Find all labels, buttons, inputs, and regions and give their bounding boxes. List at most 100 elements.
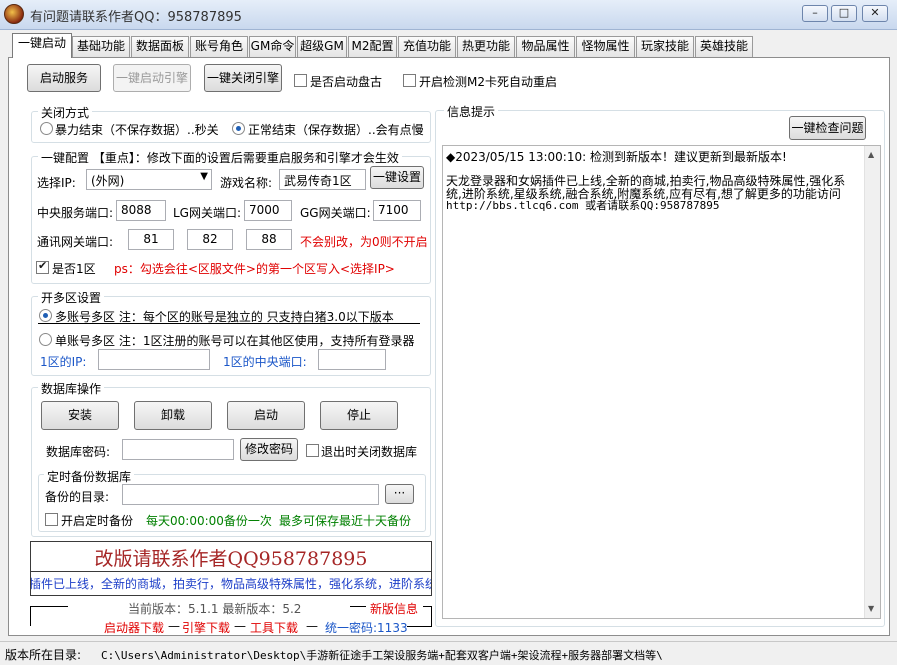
multi-account-radio[interactable] bbox=[39, 309, 52, 322]
maximize-button[interactable]: □ bbox=[831, 5, 857, 22]
sep-1: — bbox=[168, 619, 180, 633]
close-db-on-exit-checkbox[interactable] bbox=[306, 444, 319, 457]
tab-hot-update[interactable]: 热更功能 bbox=[457, 36, 515, 57]
db-password-input[interactable] bbox=[122, 439, 234, 460]
tab-m2-config[interactable]: M2配置 bbox=[348, 36, 397, 57]
auto-disk-checkbox[interactable] bbox=[294, 74, 307, 87]
banner-title: 改版请联系作者QQ958787895 bbox=[94, 548, 368, 570]
sep-2: — bbox=[234, 619, 246, 633]
tab-data-panel[interactable]: 数据面板 bbox=[131, 36, 189, 57]
game-name-label: 游戏名称: bbox=[220, 176, 273, 190]
ip-select-value: (外网) bbox=[91, 174, 125, 188]
force-close-radio[interactable] bbox=[40, 122, 53, 135]
scroll-down-icon[interactable]: ▼ bbox=[868, 604, 874, 613]
status-dir-path: C:\Users\Administrator\Desktop\手游新征途手工架设… bbox=[101, 649, 663, 662]
status-bar: 版本所在目录: C:\Users\Administrator\Desktop\手… bbox=[0, 641, 897, 665]
title-bar[interactable]: 有问题请联系作者QQ：958787895 – □ ✕ bbox=[0, 0, 897, 30]
start-engine-button[interactable]: 一键启动引擎 bbox=[113, 64, 191, 92]
db-install-button[interactable]: 安装 bbox=[41, 401, 119, 430]
db-stop-button[interactable]: 停止 bbox=[320, 401, 398, 430]
tab-monster-attr[interactable]: 怪物属性 bbox=[576, 36, 635, 57]
browse-button[interactable]: ··· bbox=[385, 484, 414, 504]
change-password-button[interactable]: 修改密码 bbox=[240, 438, 298, 461]
info-log[interactable]: ◆2023/05/15 13:00:10: 检测到新版本！建议更新到最新版本! … bbox=[442, 145, 881, 619]
enable-backup-checkbox[interactable] bbox=[45, 513, 58, 526]
engine-download-link[interactable]: 引擎下载 bbox=[182, 619, 230, 636]
db-start-button[interactable]: 启动 bbox=[227, 401, 305, 430]
tab-basic[interactable]: 基础功能 bbox=[72, 36, 130, 57]
single-account-label: 单账号多区 注：1区注册的账号可以在其他区使用，支持所有登录器 bbox=[55, 334, 415, 348]
version-line-left bbox=[30, 606, 68, 607]
auto-disk-label: 是否启动盘古 bbox=[310, 75, 383, 89]
close-button[interactable]: ✕ bbox=[862, 5, 888, 22]
unified-password-text: 统一密码:1133 bbox=[325, 621, 408, 635]
start-service-button[interactable]: 启动服务 bbox=[27, 64, 101, 92]
new-version-info-link[interactable]: 新版信息 bbox=[370, 600, 418, 617]
banner-box: 改版请联系作者QQ958787895 插件已上线，全新的商城，拍卖行，物品高级特… bbox=[30, 541, 432, 596]
tab-player-skill[interactable]: 玩家技能 bbox=[636, 36, 694, 57]
banner-divider bbox=[31, 571, 431, 572]
gg-port-input[interactable]: 7100 bbox=[373, 200, 421, 221]
comm-port-1-input[interactable]: 81 bbox=[128, 229, 174, 250]
database-title: 数据库操作 bbox=[38, 380, 105, 397]
comm-port-3-input[interactable]: 88 bbox=[246, 229, 292, 250]
one-key-set-button[interactable]: 一键设置 bbox=[370, 166, 424, 189]
is-zone1-label: 是否1区 bbox=[52, 262, 96, 276]
tab-one-key-start[interactable]: 一键启动 bbox=[12, 33, 72, 58]
version-line-left-v bbox=[30, 606, 31, 626]
central-port-input[interactable]: 8088 bbox=[116, 200, 166, 221]
zone1-port-input[interactable] bbox=[318, 349, 386, 370]
ip-select[interactable]: (外网) ▼ bbox=[86, 169, 212, 190]
tab-recharge[interactable]: 充值功能 bbox=[398, 36, 456, 57]
info-scrollbar[interactable]: ▲ ▼ bbox=[864, 146, 880, 618]
tab-item-attr[interactable]: 物品属性 bbox=[516, 36, 575, 57]
version-line-bottom bbox=[407, 626, 432, 627]
minimize-button[interactable]: – bbox=[802, 5, 828, 22]
tool-download-link[interactable]: 工具下载 bbox=[250, 619, 298, 636]
sep-3: — bbox=[306, 619, 318, 633]
lg-port-label: LG网关端口: bbox=[173, 206, 242, 220]
enable-backup-label: 开启定时备份 bbox=[61, 514, 134, 528]
single-account-radio[interactable] bbox=[39, 333, 52, 346]
game-name-input[interactable]: 武易传奇1区 bbox=[279, 169, 366, 190]
app-icon bbox=[4, 4, 24, 24]
info-line-1: ◆2023/05/15 13:00:10: 检测到新版本！建议更新到最新版本! bbox=[446, 150, 787, 164]
central-port-label: 中央服务端口: bbox=[37, 206, 114, 220]
status-dir-label: 版本所在目录: bbox=[5, 648, 82, 662]
config-title: 一键配置 【重点】：修改下面的设置后需要重启服务和引擎才会生效 bbox=[38, 149, 402, 166]
gg-port-label: GG网关端口: bbox=[300, 206, 371, 220]
version-line-mid bbox=[350, 606, 366, 607]
launcher-download-link[interactable]: 启动器下载 bbox=[104, 619, 164, 636]
ip-label: 选择IP: bbox=[37, 176, 76, 190]
db-uninstall-button[interactable]: 卸载 bbox=[134, 401, 212, 430]
tab-hero-skill[interactable]: 英雄技能 bbox=[695, 36, 753, 57]
tab-gm-command[interactable]: GM命令 bbox=[249, 36, 296, 57]
normal-close-radio[interactable] bbox=[232, 122, 245, 135]
m2-restart-checkbox[interactable] bbox=[403, 74, 416, 87]
is-zone1-checkbox[interactable] bbox=[36, 259, 49, 274]
info-line-4: http://bbs.tlcq6.com 或者请联系QQ:958787895 bbox=[446, 199, 720, 212]
dropdown-arrow-icon: ▼ bbox=[200, 171, 208, 182]
close-engine-button[interactable]: 一键关闭引擎 bbox=[204, 64, 282, 92]
tab-account-role[interactable]: 账号角色 bbox=[190, 36, 248, 57]
db-password-label: 数据库密码: bbox=[46, 445, 111, 459]
normal-close-label: 正常结束（保存数据）..会有点慢 bbox=[248, 123, 424, 137]
comm-port-warning: 不会别改，为0则不开启 bbox=[300, 235, 428, 249]
info-title: 信息提示 bbox=[444, 103, 499, 120]
backup-dir-label: 备份的目录: bbox=[45, 490, 110, 504]
lg-port-input[interactable]: 7000 bbox=[244, 200, 292, 221]
tab-super-gm[interactable]: 超级GM bbox=[297, 36, 347, 57]
version-text: 当前版本：5.1.1 最新版本：5.2 bbox=[128, 602, 302, 616]
close-db-on-exit-label: 退出时关闭数据库 bbox=[321, 445, 418, 459]
scroll-up-icon[interactable]: ▲ bbox=[868, 150, 874, 159]
zone1-ip-input[interactable] bbox=[98, 349, 210, 370]
comm-port-2-input[interactable]: 82 bbox=[187, 229, 233, 250]
check-problems-button[interactable]: 一键检查问题 bbox=[789, 116, 866, 140]
backup-title: 定时备份数据库 bbox=[44, 468, 135, 485]
close-mode-title: 关闭方式 bbox=[38, 104, 93, 121]
backup-dir-input[interactable] bbox=[122, 484, 379, 505]
backup-keep-text: 最多可保存最近十天备份 bbox=[279, 514, 412, 528]
zone1-port-label: 1区的中央端口: bbox=[223, 355, 307, 369]
version-line-right-v bbox=[431, 606, 432, 626]
force-close-label: 暴力结束（不保存数据）..秒关 bbox=[55, 123, 219, 137]
